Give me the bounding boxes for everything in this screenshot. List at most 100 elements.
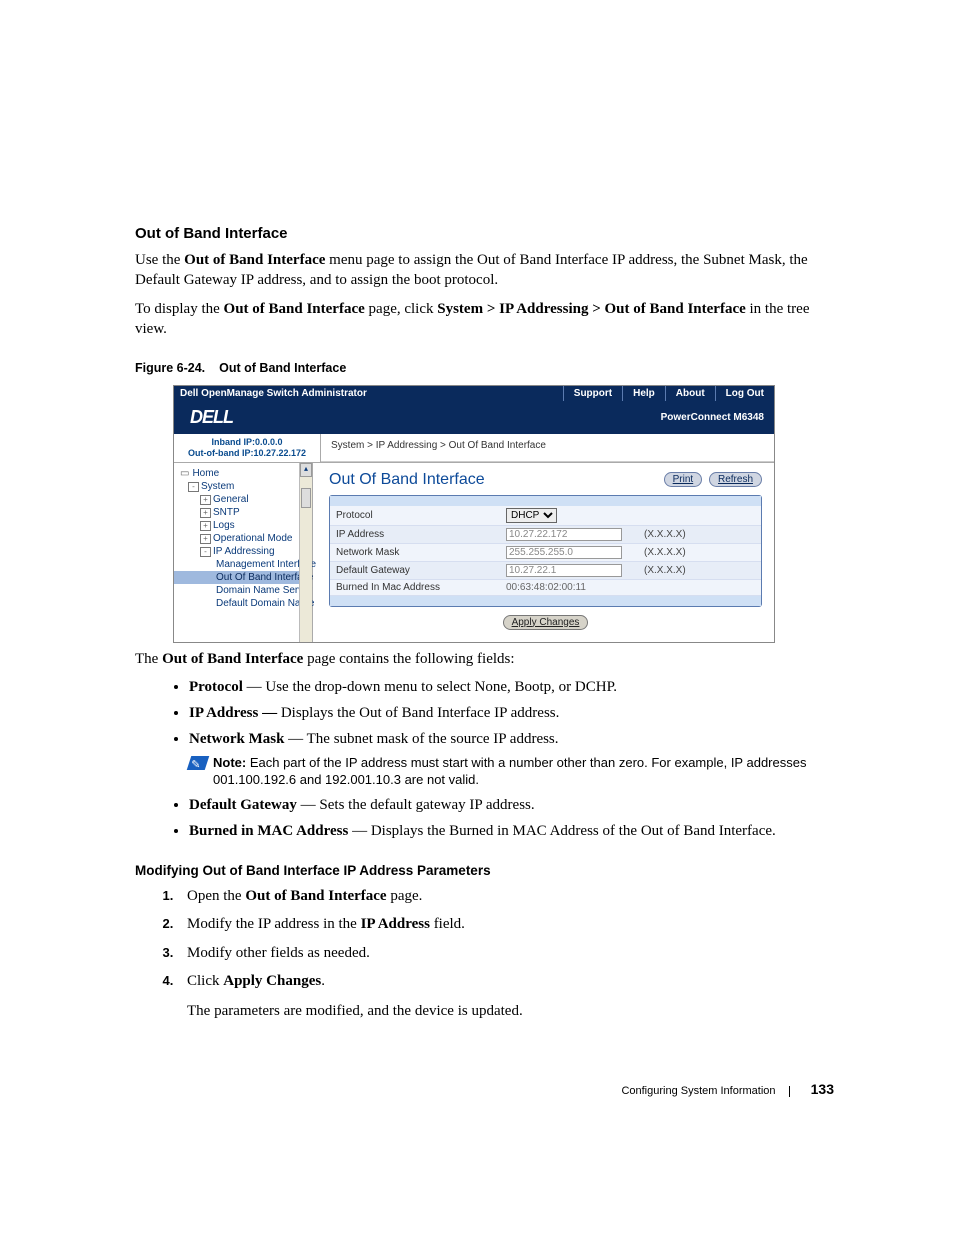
tree-oob-interface[interactable]: Out Of Band Interface bbox=[174, 571, 312, 584]
row-mac-address: Burned In Mac Address 00:63:48:02:00:11 bbox=[330, 580, 761, 596]
mac-value: 00:63:48:02:00:11 bbox=[502, 580, 640, 595]
oob-ip: Out-of-band IP:10.27.22.172 bbox=[178, 448, 316, 459]
nav-about[interactable]: About bbox=[665, 386, 715, 401]
nav-support[interactable]: Support bbox=[563, 386, 622, 401]
row-protocol: Protocol DHCP bbox=[330, 506, 761, 526]
subheading: Modifying Out of Band Interface IP Addre… bbox=[135, 863, 834, 878]
text: Click bbox=[187, 973, 223, 989]
tree-label: System bbox=[201, 481, 234, 492]
inband-ip: Inband IP:0.0.0.0 bbox=[178, 437, 316, 448]
note-text: Note: Each part of the IP address must s… bbox=[213, 754, 834, 789]
text-bold: Out of Band Interface bbox=[184, 252, 325, 268]
text: Modify the IP address in the bbox=[187, 916, 361, 932]
note-icon bbox=[187, 756, 210, 770]
field-hint: (X.X.X.X) bbox=[640, 527, 690, 542]
dell-logo: DELL bbox=[190, 407, 233, 428]
minus-icon: - bbox=[188, 482, 199, 492]
field-desc: Use the drop-down menu to select None, B… bbox=[265, 679, 617, 695]
main-panel: Out Of Band Interface Print Refresh Prot… bbox=[313, 463, 774, 642]
text-bold: System > IP Addressing > Out of Band Int… bbox=[437, 301, 746, 317]
page-footer: Configuring System Information 133 bbox=[135, 1081, 834, 1097]
field-hint: (X.X.X.X) bbox=[640, 545, 690, 560]
row-network-mask: Network Mask (X.X.X.X) bbox=[330, 544, 761, 562]
tree-label: Home bbox=[192, 468, 219, 479]
text: page. bbox=[387, 888, 423, 904]
step-result: The parameters are modified, and the dev… bbox=[187, 1001, 834, 1021]
list-item: Network Mask — The subnet mask of the so… bbox=[189, 729, 834, 788]
tree-general[interactable]: +General bbox=[174, 493, 312, 506]
protocol-select[interactable]: DHCP bbox=[506, 508, 557, 523]
sep: — bbox=[284, 731, 306, 747]
text: The bbox=[135, 651, 162, 667]
text: page contains the following fields: bbox=[303, 651, 514, 667]
fields-lead: The Out of Band Interface page contains … bbox=[135, 649, 834, 669]
text-bold: Out of Band Interface bbox=[162, 651, 303, 667]
field-desc: Displays the Out of Band Interface IP ad… bbox=[281, 705, 560, 721]
figure-title: Out of Band Interface bbox=[219, 361, 346, 375]
app-title: Dell OpenManage Switch Administrator bbox=[174, 386, 373, 401]
field-list: Protocol — Use the drop-down menu to sel… bbox=[135, 677, 834, 841]
field-label: Protocol bbox=[330, 508, 502, 523]
ip-address-input[interactable] bbox=[506, 528, 622, 541]
text-bold: IP Address bbox=[361, 916, 430, 932]
scrollbar[interactable]: ▴ bbox=[299, 463, 312, 642]
nav-tree: ▴ ▭Home -System +General +SNTP +Logs +Op… bbox=[174, 463, 313, 642]
text: To display the bbox=[135, 301, 224, 317]
tree-default-domain[interactable]: Default Domain Name bbox=[174, 597, 312, 610]
step-item: Click Apply Changes. bbox=[177, 971, 834, 991]
field-label: Burned In Mac Address bbox=[330, 580, 502, 595]
apply-changes-button[interactable]: Apply Changes bbox=[503, 615, 589, 630]
home-icon: ▭ bbox=[180, 468, 189, 479]
section-title: Out of Band Interface bbox=[135, 225, 834, 242]
list-item: Protocol — Use the drop-down menu to sel… bbox=[189, 677, 834, 697]
tree-home[interactable]: ▭Home bbox=[174, 467, 312, 480]
field-desc: Displays the Burned in MAC Address of th… bbox=[371, 823, 776, 839]
tree-logs[interactable]: +Logs bbox=[174, 519, 312, 532]
note-body: Each part of the IP address must start w… bbox=[213, 755, 806, 788]
scroll-up-icon[interactable]: ▴ bbox=[300, 463, 312, 477]
text-bold: Out of Band Interface bbox=[245, 888, 386, 904]
text: page, click bbox=[365, 301, 437, 317]
plus-icon: + bbox=[200, 495, 211, 505]
step-item: Modify the IP address in the IP Address … bbox=[177, 914, 834, 934]
nav-logout[interactable]: Log Out bbox=[715, 386, 774, 401]
screenshot-figure: Dell OpenManage Switch Administrator Sup… bbox=[173, 385, 775, 643]
text: Use the bbox=[135, 252, 184, 268]
scroll-handle[interactable] bbox=[301, 488, 311, 508]
field-label: Default Gateway bbox=[330, 563, 502, 578]
plus-icon: + bbox=[200, 508, 211, 518]
tree-sntp[interactable]: +SNTP bbox=[174, 506, 312, 519]
figure-number: Figure 6-24. bbox=[135, 361, 205, 375]
field-name: Network Mask bbox=[189, 731, 284, 747]
nav-help[interactable]: Help bbox=[622, 386, 665, 401]
text-bold: Apply Changes bbox=[223, 973, 321, 989]
print-button[interactable]: Print bbox=[664, 472, 703, 487]
field-label: Network Mask bbox=[330, 545, 502, 560]
tree-system[interactable]: -System bbox=[174, 480, 312, 493]
field-name: Burned in MAC Address bbox=[189, 823, 348, 839]
step-item: Open the Out of Band Interface page. bbox=[177, 886, 834, 906]
network-mask-input[interactable] bbox=[506, 546, 622, 559]
tree-label: SNTP bbox=[213, 507, 240, 518]
logo-bar: DELL PowerConnect M6348 bbox=[174, 401, 774, 434]
field-name: IP Address — bbox=[189, 705, 277, 721]
refresh-button[interactable]: Refresh bbox=[709, 472, 762, 487]
tree-ip-addressing[interactable]: -IP Addressing bbox=[174, 545, 312, 558]
text-bold: Out of Band Interface bbox=[224, 301, 365, 317]
text: field. bbox=[430, 916, 465, 932]
text: . bbox=[321, 973, 325, 989]
tree-label: General bbox=[213, 494, 249, 505]
page-number: 133 bbox=[811, 1081, 834, 1097]
list-item: Default Gateway — Sets the default gatew… bbox=[189, 795, 834, 815]
sep: — bbox=[348, 823, 371, 839]
tree-opmode[interactable]: +Operational Mode bbox=[174, 532, 312, 545]
default-gateway-input[interactable] bbox=[506, 564, 622, 577]
tree-dns[interactable]: Domain Name Server bbox=[174, 584, 312, 597]
tree-label: IP Addressing bbox=[213, 546, 275, 557]
note: Note: Each part of the IP address must s… bbox=[189, 754, 834, 789]
field-name: Default Gateway bbox=[189, 797, 297, 813]
chapter-name: Configuring System Information bbox=[621, 1085, 775, 1097]
product-name: PowerConnect M6348 bbox=[661, 412, 764, 423]
note-label: Note: bbox=[213, 755, 246, 770]
tree-mgmt-interface[interactable]: Management Interface bbox=[174, 558, 312, 571]
